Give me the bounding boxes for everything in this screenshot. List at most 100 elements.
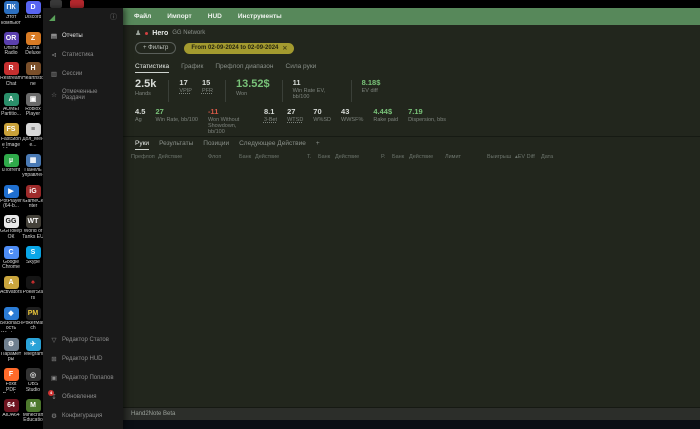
sidebar-item[interactable]: ⚙Конфигурация (43, 406, 123, 425)
table-tab[interactable]: Результаты (159, 140, 193, 150)
desktop-icon-label: Roblox Player (22, 107, 44, 118)
desktop-icon[interactable]: ◆Безопасность Windows (0, 307, 22, 338)
stat-value: 2.5k (135, 78, 156, 90)
desktop-icon[interactable]: PMPokerMatch (22, 307, 44, 338)
table-tab[interactable]: Следующее Действие (239, 140, 306, 150)
reports-icon: ▤ (50, 32, 58, 40)
column-header[interactable]: Банк (239, 154, 255, 160)
column-header[interactable]: Банк (392, 154, 409, 160)
stat-label[interactable]: WTSD (287, 117, 303, 123)
column-header[interactable]: Действие (158, 154, 208, 160)
column-header[interactable]: Р. (381, 154, 392, 160)
column-header[interactable]: Дата (541, 154, 601, 160)
sidebar-bottom-items: ▽Редактор Статов⊞Редактор HUD▣Редактор П… (43, 330, 123, 425)
desktop-icon[interactable]: FFoxit PDF Reader (0, 368, 22, 399)
desktop-icon[interactable]: AAOMEI Partitio... (0, 93, 22, 124)
tab[interactable]: Префлоп диапазон (215, 63, 273, 73)
stat-label[interactable]: PFR (202, 88, 213, 94)
menu-item[interactable]: HUD (208, 13, 222, 20)
desktop-icon[interactable]: DDiscord (22, 1, 44, 32)
sidebar-item[interactable]: ↧4Обновления (43, 387, 123, 406)
sidebar-item-label: Сессии (62, 71, 82, 77)
sidebar-item[interactable]: ☆Отмеченные Раздачи (43, 83, 123, 106)
desktop-icon[interactable]: ▶PotPlayer (64-b... (0, 185, 22, 216)
desktop-icon[interactable]: ✈Telegram (22, 338, 44, 369)
sidebar-item[interactable]: ▽Редактор Статов (43, 330, 123, 349)
tab[interactable]: Статистика (135, 63, 169, 73)
desktop-icon[interactable]: ZZuma Deluxe (22, 32, 44, 63)
desktop-icon-image: ▶ (4, 185, 19, 198)
table-tab[interactable]: Позиции (203, 140, 229, 150)
tab[interactable]: График (181, 63, 203, 73)
date-range-label: From 02-09-2024 to 02-09-2024 (191, 45, 278, 51)
desktop-icon[interactable]: WTWorld of Tanks EU (22, 215, 44, 246)
column-header[interactable]: Префлоп (131, 154, 158, 160)
column-header[interactable]: ▴EV Diff (515, 154, 541, 160)
sidebar-item[interactable]: ⊲Статистика (43, 45, 123, 64)
sidebar-item[interactable]: ▣Редактор Попапов (43, 368, 123, 387)
menu-item[interactable]: Инструменты (238, 13, 282, 20)
sidebar-item[interactable]: ⊞Редактор HUD (43, 349, 123, 368)
stat-value: 17 (179, 78, 192, 87)
stat-block: 13.52$Won (236, 78, 270, 97)
stat-label: EV diff (362, 88, 381, 94)
desktop-icon[interactable]: OROnline Radio amp... (0, 32, 22, 63)
partial-desktop-icon[interactable] (50, 0, 62, 8)
column-header[interactable]: Банк (318, 154, 335, 160)
desktop-icon[interactable]: ⚙Параметры (0, 338, 22, 369)
stat-label: Won (236, 91, 270, 97)
add-filter-button[interactable]: + Фильтр (135, 42, 176, 54)
divider (123, 136, 700, 137)
menu-item[interactable]: Файл (134, 13, 151, 20)
column-header[interactable]: Т. (307, 154, 318, 160)
desktop-icon[interactable]: SSkype (22, 246, 44, 277)
desktop-icon[interactable]: µuTorrent (0, 154, 22, 185)
partial-desktop-icon-red[interactable] (70, 0, 84, 8)
desktop-icon[interactable]: HHearthstone (22, 62, 44, 93)
column-header[interactable]: Действие (409, 154, 445, 160)
updates-badge: 4 (48, 390, 54, 396)
desktop-icon[interactable]: AActivators (0, 276, 22, 307)
date-range-filter-chip[interactable]: From 02-09-2024 to 02-09-2024 ✕ (184, 43, 294, 54)
desktop-icon[interactable]: iGiGameCenter (22, 185, 44, 216)
stat-block: 2.5kHands (135, 78, 156, 97)
column-header[interactable]: Действие (255, 154, 307, 160)
desktop-icon[interactable]: ≡Дол_Мене... (22, 123, 44, 154)
sidebar-item-label: Редактор Попапов (62, 375, 114, 381)
column-header[interactable]: Флоп (208, 154, 239, 160)
sidebar-item[interactable]: ▥Сессии (43, 64, 123, 83)
stat-value: 8.18$ (362, 78, 381, 87)
table-tab[interactable]: + (316, 140, 320, 150)
stat-block: 8.13-Bet (264, 107, 277, 123)
online-dot-icon (145, 32, 148, 35)
desktop-icon[interactable]: RRestream Chat (0, 62, 22, 93)
menu-item[interactable]: Импорт (167, 13, 191, 20)
sidebar-item-label: Обновления (62, 394, 97, 400)
desktop-icon[interactable]: GGGGПокерОК (0, 215, 22, 246)
desktop-icon-label: iGameCenter (22, 199, 44, 210)
desktop-icon[interactable]: ▦Панель управления (22, 154, 44, 185)
table-header: ПрефлопДействиеФлопБанкДействиеТ.БанкДей… (131, 154, 700, 160)
desktop-icon[interactable]: ▣Roblox Player (22, 93, 44, 124)
table-tab[interactable]: Руки (135, 140, 149, 150)
desktop-icon[interactable]: ◎OBS Studio (22, 368, 44, 399)
stat-label[interactable]: VPIP (179, 88, 192, 94)
info-icon[interactable]: ⓘ (110, 12, 117, 22)
close-icon[interactable]: ✕ (282, 45, 287, 52)
app-content: ♟ Hero GG Network + Фильтр From 02-09-20… (123, 25, 700, 407)
desktop-icon[interactable]: MMinecraft Education (22, 399, 44, 429)
desktop-icon[interactable]: ПКЭтот компьютер (0, 1, 22, 32)
column-header[interactable]: Действие (335, 154, 381, 160)
desktop-icon-label: Restream Chat (0, 76, 22, 87)
sidebar-item[interactable]: ▤Отчеты (43, 26, 123, 45)
desktop-icon[interactable]: 64AIDA64 (0, 399, 22, 429)
desktop-icon[interactable]: ♠PokerStars (22, 276, 44, 307)
tab[interactable]: Сила руки (286, 63, 317, 73)
desktop-icon-label: Skype (26, 260, 40, 266)
column-header[interactable]: Лимит (445, 154, 487, 160)
desktop-icon[interactable]: CGoogle Chrome (0, 246, 22, 277)
desktop-icon[interactable]: FSFastStone Image Viewer (0, 123, 22, 154)
column-header[interactable]: Выигрыш (487, 154, 515, 160)
desktop-icon-label: OBS Studio (22, 382, 44, 393)
stat-label[interactable]: 3-Bet (264, 117, 277, 123)
